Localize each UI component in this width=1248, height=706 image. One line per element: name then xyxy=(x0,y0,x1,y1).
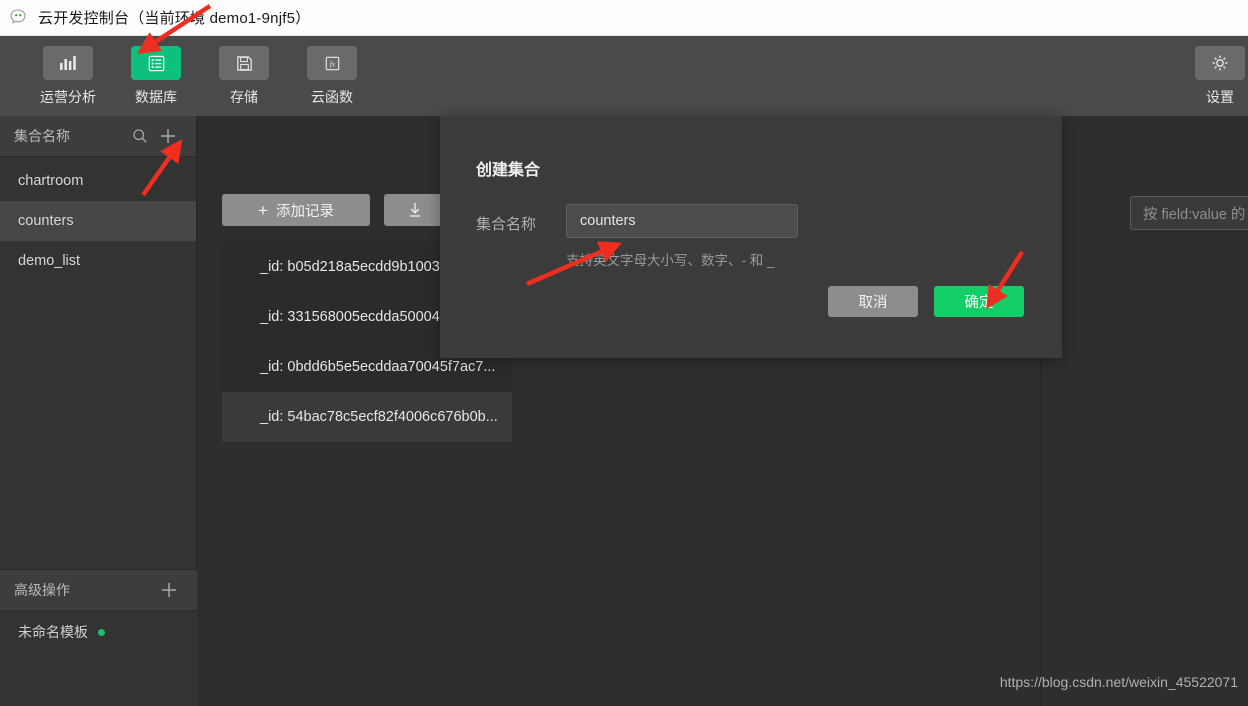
nav-label: 数据库 xyxy=(135,89,177,105)
top-nav-items: 运营分析 数据库 存储 fx 云函数 xyxy=(0,36,376,107)
nav-item-storage[interactable]: 存储 xyxy=(200,46,288,107)
collection-name-value: counters xyxy=(580,213,636,229)
create-collection-dialog: 创建集合 集合名称 counters 支持英文字母大小写、数字、- 和 _ 取消… xyxy=(440,116,1062,358)
advanced-section: 高级操作 未命名模板 xyxy=(0,569,197,706)
nav-item-cloud-function[interactable]: fx 云函数 xyxy=(288,46,376,107)
collection-name: demo_list xyxy=(18,253,81,269)
template-name: 未命名模板 xyxy=(18,624,88,640)
status-dot-icon xyxy=(98,628,105,636)
dialog-actions: 取消 确定 xyxy=(828,286,1024,317)
template-list: 未命名模板 xyxy=(0,611,197,706)
cancel-button[interactable]: 取消 xyxy=(828,286,918,317)
collection-name: counters xyxy=(18,213,74,229)
field-search-placeholder: 按 field:value 的 xyxy=(1143,206,1246,223)
add-collection-button[interactable] xyxy=(154,122,182,150)
collection-name: chartroom xyxy=(18,173,84,189)
record-id: _id: 54bac78c5ecf82f4006c676b0b... xyxy=(260,409,498,425)
collections-header-title: 集合名称 xyxy=(14,128,70,144)
nav-label: 运营分析 xyxy=(40,89,96,105)
collections-sidebar: 集合名称 chartroom counters demo_list 高级操作 未… xyxy=(0,116,197,706)
record-id: _id: 331568005ecdda500044 xyxy=(260,309,448,325)
collections-header: 集合名称 xyxy=(0,116,196,157)
window-title: 云开发控制台（当前环境 demo1-9njf5） xyxy=(38,10,311,27)
database-list-icon xyxy=(131,46,181,80)
add-record-label: 添加记录 xyxy=(275,203,334,220)
nav-label: 云函数 xyxy=(311,89,353,105)
collection-name-hint: 支持英文字母大小写、数字、- 和 _ xyxy=(566,253,775,268)
records-toolbar: + 添加记录 xyxy=(222,194,446,226)
svg-text:fx: fx xyxy=(329,59,335,68)
advanced-header-title: 高级操作 xyxy=(14,582,70,598)
gear-icon xyxy=(1195,46,1245,80)
fx-function-icon: fx xyxy=(307,46,357,80)
collection-item-demo-list[interactable]: demo_list xyxy=(0,241,196,281)
dialog-title: 创建集合 xyxy=(476,162,541,179)
collection-name-label: 集合名称 xyxy=(476,216,537,233)
download-icon xyxy=(410,203,420,217)
nav-item-operations-analysis[interactable]: 运营分析 xyxy=(24,46,112,107)
search-icon[interactable] xyxy=(126,122,154,150)
floppy-disk-icon xyxy=(219,46,269,80)
collection-list: chartroom counters demo_list xyxy=(0,157,196,281)
collection-item-chartroom[interactable]: chartroom xyxy=(0,161,196,201)
nav-label: 设置 xyxy=(1206,89,1234,105)
collection-item-counters[interactable]: counters xyxy=(0,201,196,241)
nav-label: 存储 xyxy=(230,89,258,105)
confirm-button[interactable]: 确定 xyxy=(934,286,1024,317)
collection-name-input[interactable]: counters xyxy=(566,204,798,238)
record-id: _id: b05d218a5ecdd9b10038 xyxy=(260,259,448,275)
add-template-button[interactable] xyxy=(155,576,183,604)
export-records-button[interactable] xyxy=(384,194,446,226)
watermark-text: https://blog.csdn.net/weixin_45522071 xyxy=(999,674,1238,690)
collection-name-field-group: 集合名称 counters 支持英文字母大小写、数字、- 和 _ xyxy=(476,204,798,269)
cloudbase-console-window: 云开发控制台（当前环境 demo1-9njf5） 运营分析 数据库 存储 fx … xyxy=(0,0,1248,706)
template-item-unnamed[interactable]: 未命名模板 xyxy=(0,611,197,653)
add-record-button[interactable]: + 添加记录 xyxy=(222,194,370,226)
plus-icon: + xyxy=(258,200,268,220)
top-navigation-bar: 运营分析 数据库 存储 fx 云函数 设置 xyxy=(0,36,1248,116)
record-id: _id: 0bdd6b5e5ecddaa70045f7ac7... xyxy=(260,359,496,375)
wechat-bubble-icon xyxy=(8,6,32,30)
field-search-input[interactable]: 按 field:value 的 xyxy=(1130,196,1248,230)
settings-button[interactable]: 设置 xyxy=(1176,46,1248,107)
advanced-header: 高级操作 xyxy=(0,569,197,611)
nav-item-settings[interactable]: 设置 xyxy=(1176,46,1248,107)
table-row[interactable]: _id: 54bac78c5ecf82f4006c676b0b... xyxy=(222,392,512,442)
nav-item-database[interactable]: 数据库 xyxy=(112,46,200,107)
title-bar: 云开发控制台（当前环境 demo1-9njf5） xyxy=(0,0,1248,36)
collection-name-column: counters 支持英文字母大小写、数字、- 和 _ xyxy=(566,204,798,269)
bar-chart-icon xyxy=(43,46,93,80)
